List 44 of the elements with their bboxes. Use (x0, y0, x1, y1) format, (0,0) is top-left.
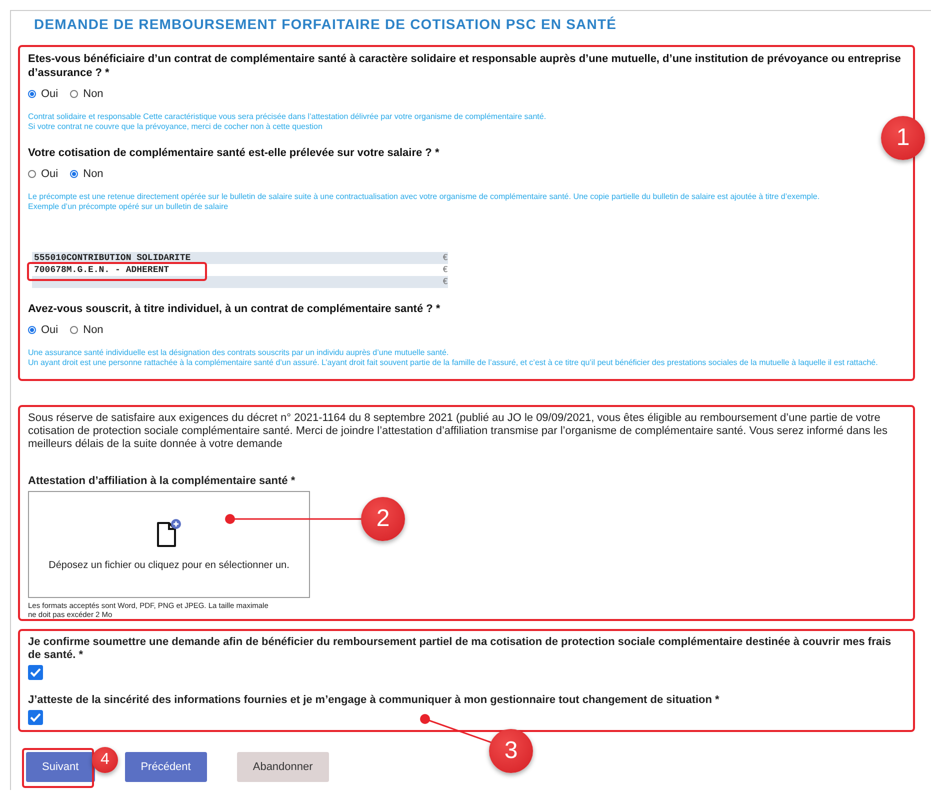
callout-number: 2 (361, 497, 405, 541)
confirmation-label: Je confirme soumettre une demande afin de bénéficier du remboursement partiel de ma cotisation de protection sociale complémentaire destinée à couvrir mes frais de santé. * (28, 636, 892, 662)
currency-sign: € (442, 252, 448, 264)
page-title: DEMANDE DE REMBOURSEMENT FORFAITAIRE DE COTISATION PSC EN SANTÉ (33, 15, 618, 34)
payslip-line: 555010CONTRIBUTION SOLIDARITE (33, 252, 192, 264)
dropzone-text: Déposez un fichier ou cliquez pour en sélectionner un. (48, 560, 290, 571)
file-add-icon (155, 518, 183, 548)
question-label: Votre cotisation de complémentaire santé est-elle prélevée sur votre salaire ? * (28, 146, 440, 160)
checkbox[interactable] (28, 710, 43, 725)
help-text: Exemple d’un précompte opéré sur un bulletin de salaire (28, 202, 230, 212)
radio-option[interactable]: Oui (28, 168, 58, 180)
radio-button[interactable] (28, 170, 36, 178)
currency-sign: € (442, 276, 448, 288)
file-dropzone[interactable]: Déposez un fichier ou cliquez pour en sélectionner un. (28, 491, 310, 598)
radio-button[interactable] (28, 90, 36, 98)
help-text: Si votre contrat ne couvre que la prévoyance, merci de cocher non à cette question (28, 122, 324, 132)
callout-number: 3 (489, 729, 533, 773)
question-label: Avez-vous souscrit, à titre individuel, à un contrat de complémentaire santé ? * (28, 302, 442, 316)
checkbox[interactable] (28, 665, 43, 680)
form-button[interactable]: Abandonner (236, 752, 329, 782)
help-text: Un ayant droit est une personne rattachée à la complémentaire santé d’un assuré. L’ayant droit fait souvent partie de la famille de l’assuré, et c’est à ce titre qu’il peut bénéficier des prestations sociales de la mutuelle à laquelle il est rattaché. (28, 358, 879, 368)
radio-option[interactable]: Oui (28, 324, 58, 336)
field-label: Attestation d’affiliation à la complémentaire santé * (28, 475, 296, 487)
radio-button[interactable] (70, 170, 78, 178)
currency-sign: € (442, 264, 448, 276)
highlight-frame (22, 748, 94, 788)
radio-button[interactable] (70, 326, 78, 334)
radio-option[interactable]: Non (70, 88, 104, 100)
form-button[interactable]: Suivant (26, 752, 95, 782)
callout-number: 4 (92, 747, 118, 773)
confirmation-label: J’atteste de la sincérité des informations fournies et je m’engage à communiquer à mon gestionnaire tout changement de situation * (28, 694, 720, 707)
radio-option[interactable]: Non (70, 324, 104, 336)
callout-number: 1 (881, 116, 925, 160)
question-label: Etes-vous bénéficiaire d’un contrat de complémentaire santé à caractère solidaire et responsable auprès d’une mutuelle, d’une institution de prévoyance ou entreprise d’assurance ? * (28, 52, 902, 80)
help-text: Une assurance santé individuelle est la désignation des contrats souscrits par un individu auprès d’une mutuelle santé. (28, 348, 450, 358)
payslip-line: 700678M.G.E.N. - ADHERENT (33, 264, 170, 276)
radio-option[interactable]: Oui (28, 88, 58, 100)
radio-button[interactable] (28, 326, 36, 334)
notice-text: Sous réserve de satisfaire aux exigences du décret n° 2021-1164 du 8 septembre 2021 (publié au JO le 09/09/2021, vous êtes éligible au remboursement d’une partie de votre cotisation de protection sociale complémentaire santé. Merci de joindre l’attestation d’affiliation transmise par l’organisme de complémentaire santé. Vous serez informé dans les meilleurs délais de la suite donnée à votre demande (28, 412, 888, 451)
help-text: Contrat solidaire et responsable Cette caractéristique vous sera précisée dans l’attestation délivrée par votre organisme de complémentaire santé. (28, 112, 548, 122)
help-text: Le précompte est une retenue directement opérée sur le bulletin de salaire suite à une contractualisation avec votre organisme de complémentaire santé. Une copie partielle du bulletin de salaire est ajoutée à titre d’exemple. (28, 192, 821, 202)
form-button[interactable]: Précédent (124, 752, 207, 782)
radio-button[interactable] (70, 90, 78, 98)
radio-option[interactable]: Non (70, 168, 104, 180)
